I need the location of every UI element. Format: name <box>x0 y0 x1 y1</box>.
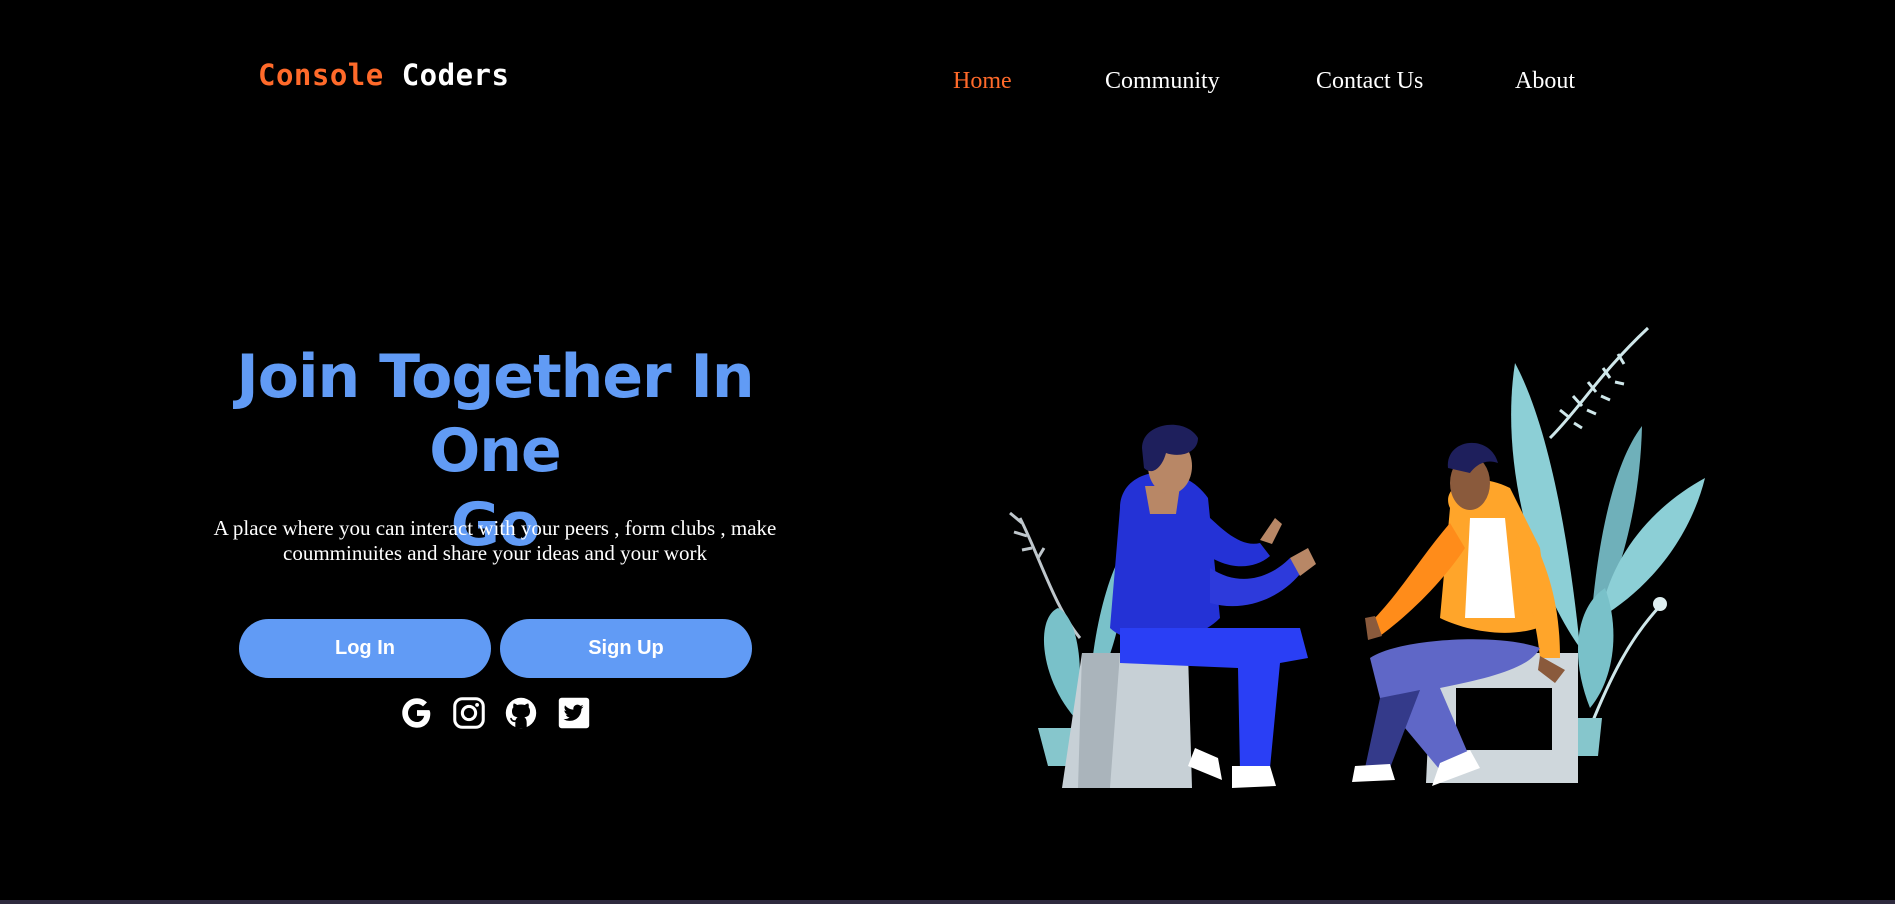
instagram-icon[interactable] <box>450 694 488 732</box>
nav-about[interactable]: About <box>1515 68 1575 95</box>
nav-contact-us[interactable]: Contact Us <box>1316 68 1423 95</box>
nav-home[interactable]: Home <box>953 68 1012 95</box>
left-leaf-1 <box>1043 608 1080 718</box>
site-logo[interactable]: Console Coders <box>258 58 509 92</box>
right-sprig-dot <box>1653 597 1667 611</box>
twitter-icon[interactable] <box>555 694 593 732</box>
nav-community[interactable]: Community <box>1105 68 1220 95</box>
github-icon[interactable] <box>502 694 540 732</box>
bottom-strip <box>0 900 1895 904</box>
left-plant <box>1009 511 1082 639</box>
signup-button[interactable]: Sign Up <box>500 619 752 678</box>
logo-part-console: Console <box>258 58 384 92</box>
hero-description-line2: coumminuites and share your ideas and yo… <box>283 541 707 565</box>
hero-description: A place where you can interact with your… <box>200 516 790 566</box>
hero-description-line1: A place where you can interact with your… <box>213 516 777 540</box>
hero-title-line1: Join Together In One <box>236 342 754 486</box>
logo-part-coders: Coders <box>401 58 510 92</box>
hero-illustration <box>970 318 1710 798</box>
google-icon[interactable] <box>398 694 436 732</box>
login-button[interactable]: Log In <box>239 619 491 678</box>
right-leaf-4 <box>1578 588 1614 708</box>
